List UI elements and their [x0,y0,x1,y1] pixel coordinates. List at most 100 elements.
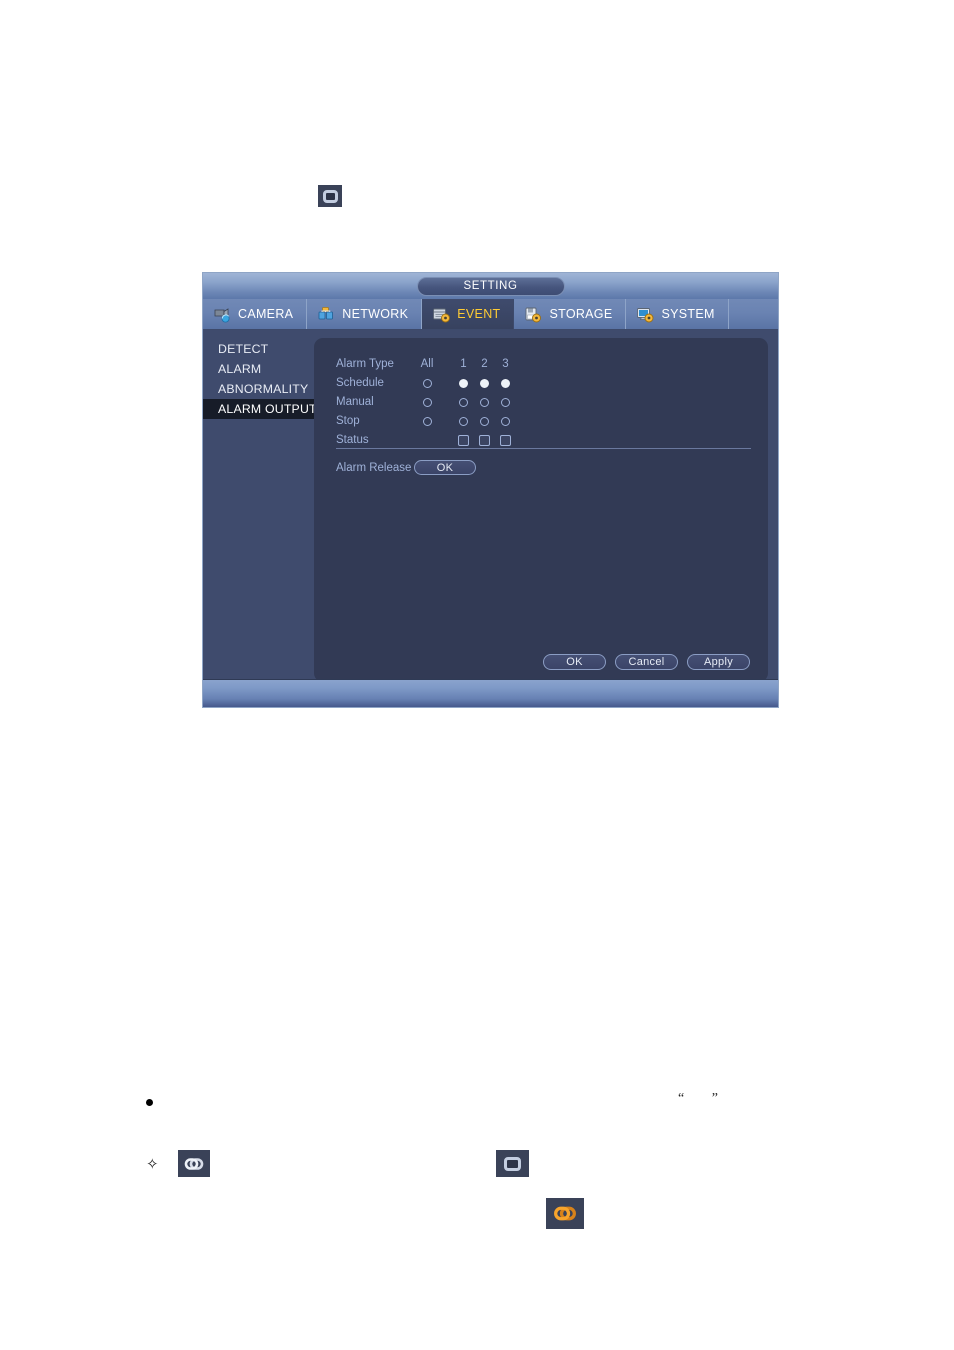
sidebar-item-alarm-output-wrap: ALARM OUTPUT [203,399,321,419]
rounded-square-icon-2[interactable] [496,1150,529,1177]
tab-storage[interactable]: STORAGE [514,299,627,329]
radio-schedule-all[interactable] [422,378,432,388]
form-row-schedule: Schedule [336,374,516,392]
sidebar-item-alarm-label: ALARM [218,362,262,376]
radio-schedule-ch1[interactable] [459,378,468,388]
tab-event-label: EVENT [457,307,501,321]
manual-ch3-cell [495,397,516,407]
chain-link-icon[interactable] [178,1150,210,1177]
status-ch3-cell [495,434,516,446]
radio-manual-ch1[interactable] [459,397,468,407]
chain-link-active-icon[interactable] [546,1198,584,1229]
sidebar-item-alarm-wrap: ALARM [203,359,311,379]
alarm-type-label: Alarm Type [336,358,394,370]
sidebar-item-detect[interactable]: DETECT [203,339,311,359]
sidebar-item-abnormality-wrap: ABNORMALITY [203,379,311,399]
status-ch1-cell [453,434,474,446]
alarm-release-ok-button[interactable]: OK [414,460,476,475]
schedule-ch3-cell [495,378,516,388]
radio-schedule-ch2[interactable] [480,378,489,388]
status-indicator-ch2 [479,434,490,446]
radio-stop-ch1[interactable] [459,416,468,426]
tab-storage-label: STORAGE [549,307,613,321]
event-icon [432,306,451,323]
manual-ch1-cell [453,397,474,407]
footer-buttons: OK Cancel Apply [543,654,750,670]
stop-ch2-cell [474,416,495,426]
stop-all-cell [411,416,443,426]
tab-camera-label: CAMERA [238,307,294,321]
diamond-bullet: ✧ [146,1156,159,1173]
form-row-manual: Manual [336,393,516,411]
tab-camera[interactable]: CAMERA [203,299,308,329]
sidebar-item-detect-wrap: DETECT [203,339,311,359]
rounded-square-glyph [322,189,338,203]
apply-button[interactable]: Apply [687,654,750,670]
tab-network[interactable]: NETWORK [307,299,423,329]
sidebar: DETECT ALARM ABNORMALITY ALARM OUTPUT [203,330,321,682]
status-indicator-ch1 [458,434,469,446]
form-header-row: Alarm Type All 1 2 3 [336,355,516,373]
network-icon [317,306,336,323]
radio-schedule-ch3[interactable] [501,378,510,388]
alarm-release-row: Alarm Release OK [336,460,476,475]
storage-icon [524,306,543,323]
system-icon [636,306,655,323]
schedule-all-cell [411,378,443,388]
tab-system-label: SYSTEM [661,307,715,321]
dialog-title-bar: SETTING [203,273,778,299]
rounded-square-glyph-2 [504,1156,521,1171]
page-title: SETTING [416,276,565,296]
manual-ch2-cell [474,397,495,407]
schedule-ch1-cell [453,378,474,388]
manual-label: Manual [336,396,374,408]
radio-manual-ch3[interactable] [501,397,510,407]
setting-dialog: SETTING CAMERA NETWORK EVENT STORAGE SYS… [202,272,779,708]
radio-manual-all[interactable] [422,397,432,407]
radio-stop-ch2[interactable] [480,416,489,426]
column-header-2: 2 [481,358,488,370]
rounded-square-icon[interactable] [318,185,342,207]
radio-stop-all[interactable] [422,416,432,426]
sidebar-item-abnormality[interactable]: ABNORMALITY [203,379,311,399]
column-header-3: 3 [502,358,509,370]
radio-manual-ch2[interactable] [480,397,489,407]
sidebar-item-alarm[interactable]: ALARM [203,359,311,379]
tab-bar: CAMERA NETWORK EVENT STORAGE SYSTEM [203,299,778,330]
cancel-button[interactable]: Cancel [615,654,678,670]
dialog-footer-strip [203,679,778,707]
stop-label: Stop [336,415,360,427]
quote-marks: “ ” [678,1091,730,1106]
chain-link-glyph [184,1157,204,1170]
form-row-status: Status [336,431,516,449]
radio-stop-ch3[interactable] [501,416,510,426]
column-header-1: 1 [460,358,467,370]
dialog-body: DETECT ALARM ABNORMALITY ALARM OUTPUT Al… [203,330,778,682]
status-indicator-ch3 [500,434,511,446]
sidebar-item-alarm-output[interactable]: ALARM OUTPUT [203,399,321,419]
tab-system[interactable]: SYSTEM [626,299,729,329]
bullet-point [146,1099,153,1106]
alarm-output-form: Alarm Type All 1 2 3 Schedule Manual Sto… [336,355,516,450]
status-ch2-cell [474,434,495,446]
tab-network-label: NETWORK [342,307,409,321]
sidebar-item-alarm-output-label: ALARM OUTPUT [218,402,317,416]
stop-ch1-cell [453,416,474,426]
manual-all-cell [411,397,443,407]
alarm-release-label: Alarm Release [336,461,412,474]
column-header-all: All [420,358,434,370]
schedule-label: Schedule [336,377,384,389]
tab-bar-spacer [729,299,778,329]
ok-button[interactable]: OK [543,654,606,670]
chain-link-active-glyph [554,1206,576,1221]
status-label: Status [336,434,369,446]
schedule-ch2-cell [474,378,495,388]
tab-event[interactable]: EVENT [422,299,515,329]
camera-icon [213,306,232,323]
section-divider [336,448,751,449]
sidebar-item-detect-label: DETECT [218,342,269,356]
form-row-stop: Stop [336,412,516,430]
stop-ch3-cell [495,416,516,426]
content-panel: Alarm Type All 1 2 3 Schedule Manual Sto… [314,338,768,682]
sidebar-item-abnormality-label: ABNORMALITY [218,382,309,396]
